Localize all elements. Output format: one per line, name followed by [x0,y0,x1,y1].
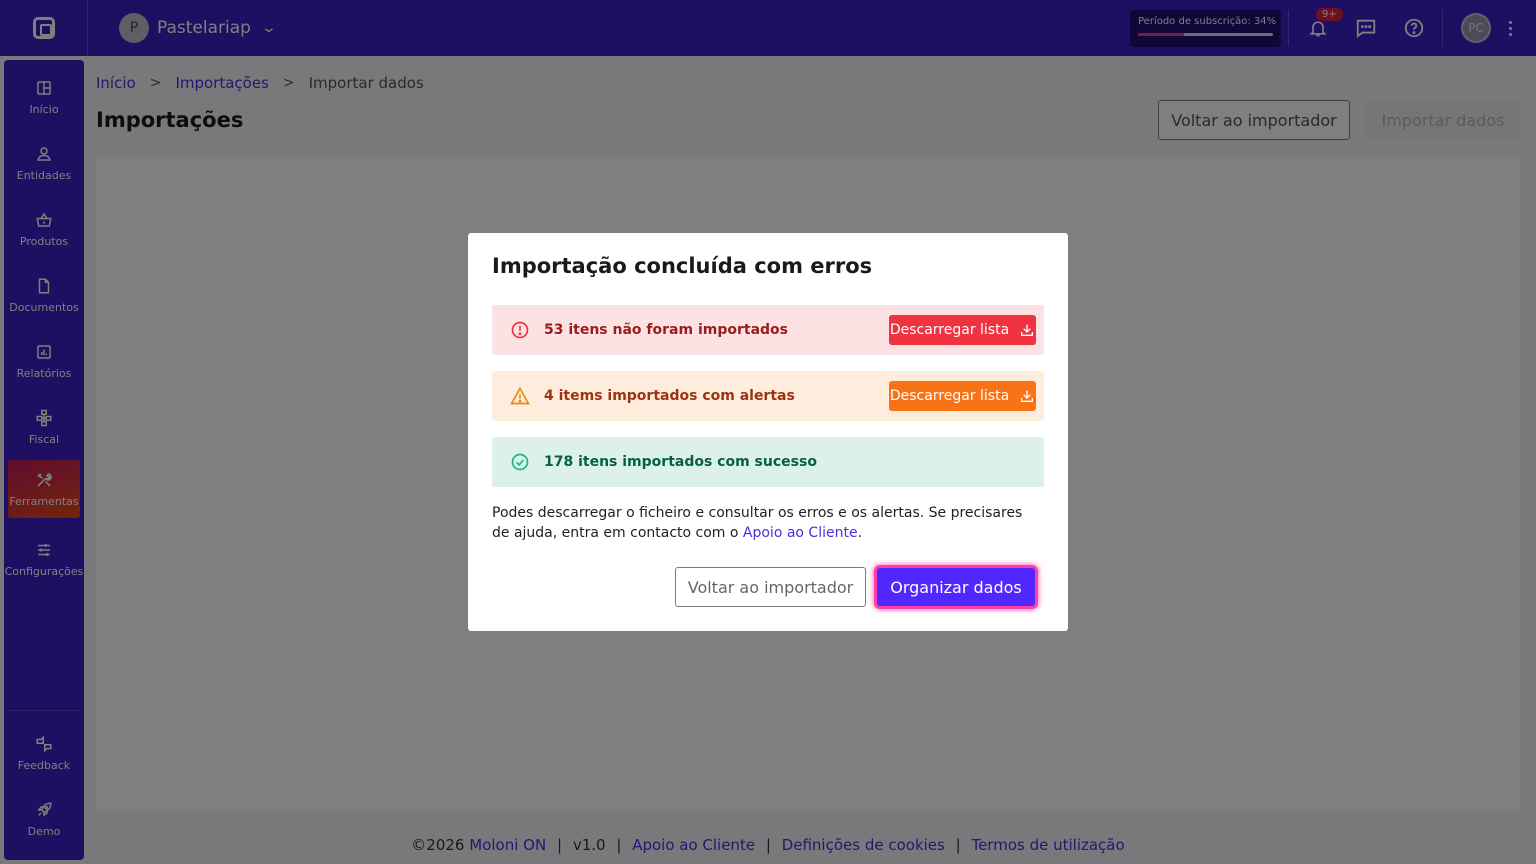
download-errors-button[interactable]: Descarregar lista [889,315,1036,345]
info-text-end: . [857,525,863,541]
error-icon [511,321,529,339]
modal-back-button[interactable]: Voltar ao importador [675,567,866,607]
warning-icon [510,386,530,405]
check-circle-icon [511,453,529,471]
modal-title: Importação concluída com erros [492,254,873,278]
organize-data-button[interactable]: Organizar dados [874,565,1038,609]
error-message: 53 itens não foram importados [544,322,788,338]
download-label: Descarregar lista [889,322,1010,338]
download-warnings-button[interactable]: Descarregar lista [889,381,1036,411]
success-message: 178 itens importados com sucesso [544,454,817,470]
download-icon [1021,324,1034,336]
download-icon [1021,390,1034,402]
modal-info-text: Podes descarregar o ficheiro e consultar… [492,503,1044,543]
support-link[interactable]: Apoio ao Cliente [743,525,858,541]
download-label: Descarregar lista [889,388,1010,404]
error-alert: 53 itens não foram importados Descarrega… [492,305,1044,355]
import-result-modal: Importação concluída com erros 53 itens … [468,233,1068,631]
warning-message: 4 items importados com alertas [544,388,795,404]
warning-alert: 4 items importados com alertas Descarreg… [492,371,1044,421]
success-alert: 178 itens importados com sucesso [492,437,1044,487]
